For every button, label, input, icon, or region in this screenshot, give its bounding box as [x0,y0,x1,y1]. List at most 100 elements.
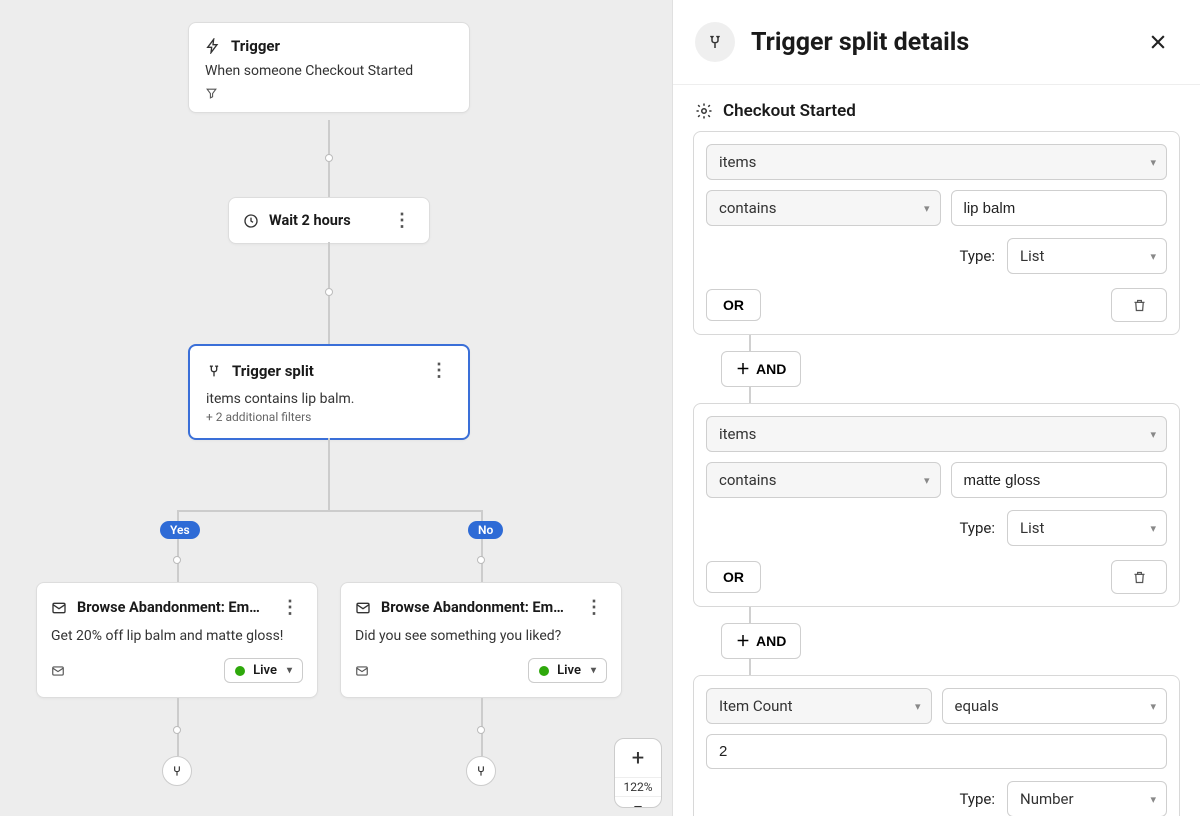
value-input[interactable] [706,734,1167,769]
value-input[interactable] [951,462,1168,498]
split-more-icon[interactable]: ⋮ [426,360,452,381]
branch-yes-badge: Yes [160,521,200,539]
gear-icon [695,102,713,120]
status-dot-icon [235,666,245,676]
type-value: List [1020,519,1044,537]
wait-node[interactable]: Wait 2 hours ⋮ [228,197,430,244]
lightning-icon [205,38,221,54]
wait-label: Wait 2 hours [269,212,351,229]
filter-group: items contains Type: List OR [693,131,1180,335]
operator-value: contains [719,199,776,217]
chevron-down-icon: ▾ [287,665,292,676]
status-dropdown[interactable]: Live ▾ [528,658,607,683]
and-connector: ＋AND [721,607,1180,675]
split-icon [695,22,735,62]
type-label: Type: [959,519,995,537]
clock-icon [243,213,259,229]
wait-more-icon[interactable]: ⋮ [389,210,415,231]
email-title: Browse Abandonment: Email… [381,599,571,616]
status-label: Live [557,663,581,678]
delete-button[interactable] [1111,288,1167,322]
email-more-icon[interactable]: ⋮ [277,597,303,618]
operator-select[interactable]: equals [942,688,1168,724]
and-button[interactable]: ＋AND [721,351,801,387]
close-button[interactable] [1142,26,1174,58]
field-value: items [719,153,756,171]
field-select[interactable]: items [706,144,1167,180]
operator-select[interactable]: contains [706,190,941,226]
status-dot-icon [539,666,549,676]
email-body: Get 20% off lip balm and matte gloss! [51,628,303,644]
connector-dot [477,726,485,734]
email-node-yes[interactable]: Browse Abandonment: Email… ⋮ Get 20% off… [36,582,318,698]
and-label: AND [756,361,786,377]
connector-dot [325,288,333,296]
status-label: Live [253,663,277,678]
type-value: List [1020,247,1044,265]
trigger-split-node[interactable]: Trigger split ⋮ items contains lip balm.… [188,344,470,440]
connector-line [177,510,481,512]
trigger-description: When someone Checkout Started [205,63,453,79]
or-button[interactable]: OR [706,561,761,593]
and-connector: ＋AND [721,335,1180,403]
panel-header: Trigger split details [673,0,1200,85]
section-title: Checkout Started [723,101,856,121]
email-node-no[interactable]: Browse Abandonment: Email… ⋮ Did you see… [340,582,622,698]
flow-canvas[interactable]: Trigger When someone Checkout Started Wa… [0,0,672,816]
and-label: AND [756,633,786,649]
type-label: Type: [959,790,995,808]
mail-small-icon [355,664,369,678]
mail-icon [51,600,67,616]
zoom-in-button[interactable]: + [615,739,661,777]
delete-button[interactable] [1111,560,1167,594]
connector-dot [173,726,181,734]
split-subtext: + 2 additional filters [206,410,452,424]
type-label: Type: [959,247,995,265]
trigger-node[interactable]: Trigger When someone Checkout Started [188,22,470,113]
field-select[interactable]: items [706,416,1167,452]
connector-dot [325,154,333,162]
chevron-down-icon: ▾ [591,665,596,676]
and-button[interactable]: ＋AND [721,623,801,659]
operator-value: contains [719,471,776,489]
operator-select[interactable]: contains [706,462,941,498]
next-split-node[interactable] [162,756,192,786]
mail-icon [355,600,371,616]
connector-line [328,438,330,510]
next-split-node[interactable] [466,756,496,786]
value-input[interactable] [951,190,1168,226]
connector-line [328,162,330,198]
trigger-filter-icon [205,87,453,100]
type-value: Number [1020,790,1074,808]
panel-title: Trigger split details [751,28,1126,57]
zoom-out-button[interactable]: − [615,797,661,807]
panel-body[interactable]: Checkout Started items contains Type: Li… [673,85,1200,816]
split-title: Trigger split [232,362,314,380]
connector-line [328,242,330,288]
zoom-control: + 122% − [614,738,662,808]
type-select[interactable]: List [1007,510,1167,546]
type-select[interactable]: Number [1007,781,1167,816]
branch-no-badge: No [468,521,503,539]
email-more-icon[interactable]: ⋮ [581,597,607,618]
split-icon [206,363,222,379]
or-button[interactable]: OR [706,289,761,321]
email-title: Browse Abandonment: Email… [77,599,267,616]
connector-dot [477,556,485,564]
operator-value: equals [955,697,999,715]
mail-small-icon [51,664,65,678]
trigger-title: Trigger [231,37,280,55]
field-select[interactable]: Item Count [706,688,932,724]
field-value: items [719,425,756,443]
connector-line [328,296,330,344]
field-value: Item Count [719,697,793,715]
details-panel: Trigger split details Checkout Started i… [672,0,1200,816]
status-dropdown[interactable]: Live ▾ [224,658,303,683]
zoom-level: 122% [615,777,661,797]
connector-line [328,120,330,156]
split-description: items contains lip balm. [206,391,452,407]
filter-group: items contains Type: List OR [693,403,1180,607]
connector-dot [173,556,181,564]
type-select[interactable]: List [1007,238,1167,274]
section-header: Checkout Started [695,101,1180,121]
